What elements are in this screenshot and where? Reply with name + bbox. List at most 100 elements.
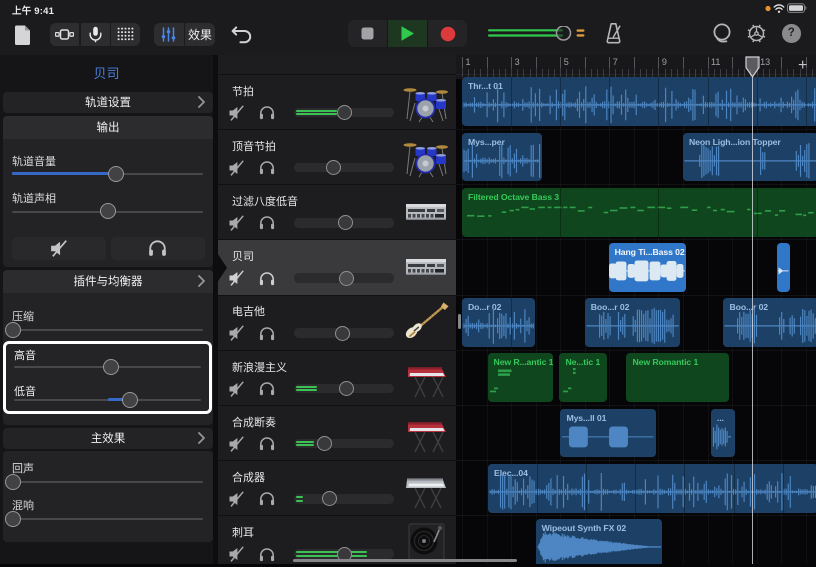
track-volume-slider[interactable] — [294, 494, 394, 504]
effects-button[interactable]: 效果 — [185, 23, 215, 46]
undo-button[interactable] — [230, 23, 253, 44]
track-mute-button[interactable] — [227, 380, 247, 398]
audio-region[interactable]: ... — [711, 409, 735, 458]
track-mute-button[interactable] — [227, 159, 247, 177]
midi-region[interactable]: Ne...tic 1 — [559, 353, 607, 402]
track-mute-button[interactable] — [227, 490, 247, 508]
remix-fx-button[interactable] — [154, 23, 184, 46]
track-solo-button[interactable] — [259, 271, 275, 286]
track-volume-knob[interactable] — [339, 381, 354, 396]
playhead-line[interactable] — [752, 77, 753, 564]
track-header-row[interactable]: 刺耳 — [218, 516, 456, 563]
audio-region[interactable] — [777, 243, 790, 292]
track-header-row[interactable]: 电吉他 — [218, 295, 456, 350]
audio-region[interactable]: Mys...per — [462, 133, 542, 182]
track-header-row[interactable]: 新浪漫主义 — [218, 351, 456, 406]
track-volume-slider[interactable] — [294, 163, 394, 173]
settings-button[interactable] — [746, 23, 767, 44]
metronome-button[interactable] — [603, 22, 624, 45]
track-settings-button[interactable]: 轨道设置 — [3, 92, 213, 113]
track-mute-button[interactable] — [227, 545, 247, 563]
track-header-row[interactable]: 节拍 — [218, 75, 456, 130]
master-effects-button[interactable]: 主效果 — [3, 428, 213, 449]
track-solo-button[interactable] — [259, 381, 275, 396]
track-volume-knob[interactable] — [338, 215, 353, 230]
audio-region[interactable]: Boo...r 02 — [723, 298, 816, 347]
audio-region[interactable]: Thr...t 01 — [462, 77, 816, 126]
track-volume-knob[interactable] — [317, 436, 332, 451]
audio-region[interactable]: Elec...04 — [488, 464, 816, 513]
track-header-row[interactable]: 合成断奏 — [218, 406, 456, 461]
track-solo-button[interactable] — [259, 105, 275, 120]
loop-browser-button[interactable] — [711, 23, 733, 44]
track-mute-button[interactable] — [227, 269, 247, 287]
level-meter — [296, 113, 337, 115]
track-header-row[interactable]: 贝司 — [218, 240, 456, 295]
track-pan-knob[interactable] — [100, 203, 116, 219]
treble-knob[interactable] — [103, 359, 119, 375]
track-solo-button[interactable] — [259, 215, 275, 230]
track-name: 合成断奏 — [232, 414, 276, 430]
track-solo-button[interactable] — [259, 160, 275, 175]
horizontal-scrollbar[interactable] — [293, 559, 517, 562]
midi-region[interactable]: New Romantic 1 — [626, 353, 728, 402]
track-header-row[interactable]: 过滤八度低音 — [218, 185, 456, 240]
record-button[interactable] — [428, 20, 467, 47]
instrument-image — [403, 191, 449, 233]
audio-region[interactable]: Neon Ligh...ion Topper — [683, 133, 816, 182]
loop-seam — [511, 298, 512, 347]
master-volume-slider[interactable] — [488, 26, 588, 41]
echo-knob[interactable] — [5, 474, 21, 490]
track-header-row[interactable]: 合成器 — [218, 461, 456, 516]
region-waveform — [536, 519, 662, 564]
track-solo-button[interactable] — [259, 547, 275, 562]
reverb-knob[interactable] — [5, 511, 21, 527]
add-track-button[interactable]: + — [798, 57, 807, 75]
track-solo-button[interactable] — [259, 326, 275, 341]
audio-region[interactable]: Wipeout Synth FX 02 — [536, 519, 662, 564]
loop-seam — [511, 77, 512, 126]
timeline-ruler[interactable]: 135791113 — [456, 55, 816, 79]
compression-slider[interactable] — [12, 329, 203, 331]
ruler-bar-number: 9 — [662, 57, 667, 67]
track-volume-knob[interactable] — [322, 491, 337, 506]
audio-region[interactable]: Mys...ll 01 — [560, 409, 655, 458]
track-volume-knob[interactable] — [335, 326, 350, 341]
track-mute-button[interactable] — [227, 324, 247, 342]
loop-seam — [708, 77, 709, 126]
loop-seam — [658, 188, 659, 237]
ruler-bar-tick — [560, 57, 561, 68]
stop-button[interactable] — [348, 20, 387, 47]
bass-knob[interactable] — [122, 392, 138, 408]
audio-region[interactable]: Boo...r 02 — [585, 298, 681, 347]
help-button[interactable]: ? — [782, 24, 801, 43]
reverb-slider[interactable] — [12, 518, 203, 520]
midi-region[interactable]: Filtered Octave Bass 3 — [462, 188, 816, 237]
record-instrument-button[interactable] — [81, 23, 110, 46]
track-mute-button[interactable] — [227, 104, 247, 122]
audio-region[interactable]: Do...r 02 — [462, 298, 535, 347]
echo-slider[interactable] — [12, 481, 203, 483]
mute-track-button[interactable] — [12, 237, 106, 260]
track-volume-knob[interactable] — [337, 105, 352, 120]
midi-region[interactable]: New R...antic 1 — [488, 353, 554, 402]
track-mute-button[interactable] — [227, 435, 247, 453]
track-volume-knob[interactable] — [339, 271, 354, 286]
row-separator — [218, 129, 456, 130]
track-solo-button[interactable] — [259, 491, 275, 506]
track-solo-button[interactable] — [259, 436, 275, 451]
tracks-view-button[interactable] — [50, 23, 79, 46]
loops-grid-button[interactable] — [111, 23, 140, 46]
track-header-row[interactable]: 顶音节拍 — [218, 130, 456, 185]
track-volume-knob[interactable] — [326, 160, 341, 175]
play-button[interactable] — [388, 20, 427, 47]
audio-region[interactable]: Hang Ti...Bass 02 — [609, 243, 687, 292]
my-songs-document-button[interactable] — [14, 24, 32, 46]
bass-label: 低音 — [14, 383, 36, 399]
vertical-scrollbar[interactable] — [458, 314, 461, 329]
compression-knob[interactable] — [5, 322, 21, 338]
track-volume-knob[interactable] — [108, 166, 124, 182]
solo-track-button[interactable] — [111, 237, 205, 260]
plugins-eq-header[interactable]: 插件与均衡器 — [3, 270, 213, 293]
track-mute-button[interactable] — [227, 214, 247, 232]
